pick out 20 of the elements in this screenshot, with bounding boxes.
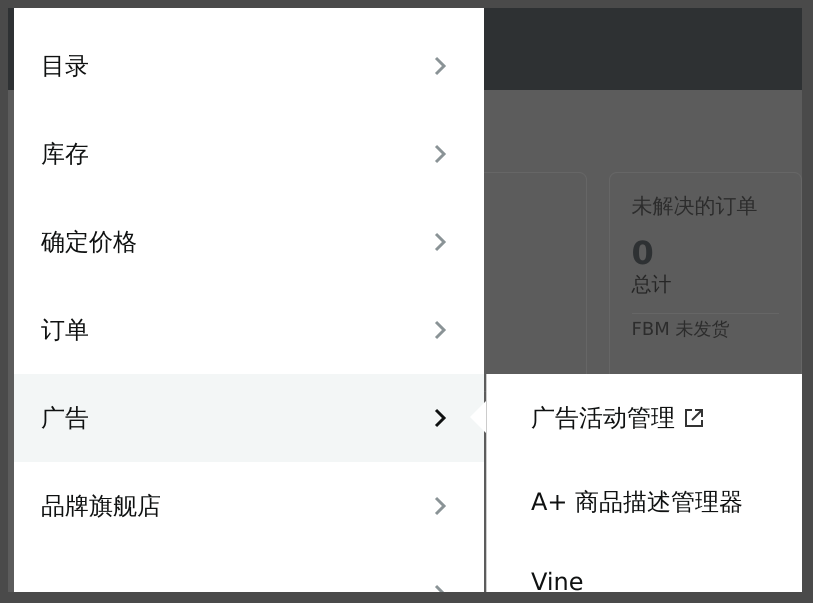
menu-item-label: 品牌旗舰店 (41, 491, 161, 522)
menu-item-label: 库存 (41, 139, 89, 170)
menu-item-label: 广告 (41, 403, 89, 434)
external-link-icon (683, 407, 705, 429)
menu-item[interactable]: 广告 (14, 374, 484, 462)
submenu-label: 广告活动管理 (531, 403, 675, 433)
chevron-right-icon (434, 496, 446, 516)
submenu-item[interactable]: 广告活动管理 (531, 374, 802, 462)
chevron-right-icon (434, 56, 446, 76)
menu-item-label: 目录 (41, 51, 89, 82)
menu-item-label: 订单 (41, 315, 89, 346)
submenu-item[interactable]: Vine (531, 542, 802, 592)
chevron-right-icon (434, 408, 446, 428)
submenu-item[interactable]: A+ 商品描述管理器 (531, 462, 802, 542)
chevron-right-icon (434, 144, 446, 164)
chevron-right-icon (434, 320, 446, 340)
submenu-label: A+ 商品描述管理器 (531, 487, 744, 517)
chevron-right-icon (434, 232, 446, 252)
submenu-label: Vine (531, 567, 584, 592)
menu-item-label: 确定价格 (41, 227, 137, 258)
